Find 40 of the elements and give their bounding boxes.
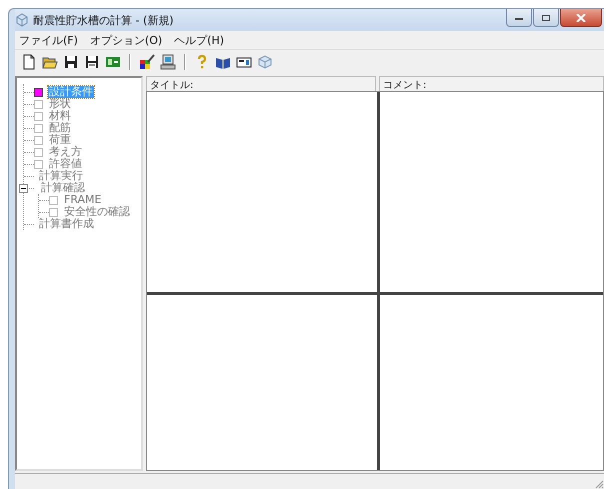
close-button[interactable] bbox=[560, 9, 602, 27]
minimize-button[interactable] bbox=[506, 9, 532, 27]
tree-item[interactable]: FRAME bbox=[63, 194, 102, 206]
tree-item[interactable]: 形状 bbox=[48, 98, 72, 110]
tree-item[interactable]: 荷重 bbox=[48, 134, 72, 146]
checkbox[interactable] bbox=[34, 148, 43, 156]
checkbox[interactable] bbox=[34, 124, 43, 132]
checkbox[interactable] bbox=[34, 112, 43, 120]
cube-icon[interactable] bbox=[257, 54, 273, 70]
tree-item[interactable]: 設計条件 bbox=[48, 86, 94, 98]
cube-icon bbox=[15, 13, 29, 27]
maximize-button[interactable] bbox=[533, 9, 559, 27]
panel-icon[interactable] bbox=[105, 54, 121, 70]
checkbox[interactable] bbox=[34, 160, 43, 168]
checkbox[interactable] bbox=[34, 136, 43, 144]
tree-item[interactable]: 許容値 bbox=[48, 158, 83, 170]
checkbox[interactable] bbox=[49, 208, 58, 216]
tree-item[interactable]: 安全性の確認 bbox=[63, 206, 131, 218]
menu-item[interactable]: オプション(O) bbox=[90, 32, 162, 48]
tree-item[interactable]: 考え方 bbox=[48, 146, 83, 158]
new-document-icon[interactable] bbox=[21, 54, 37, 70]
menu-item[interactable]: ファイル(F) bbox=[19, 32, 78, 48]
checkbox[interactable] bbox=[49, 196, 58, 204]
save-icon[interactable] bbox=[63, 54, 79, 70]
close-icon bbox=[576, 14, 586, 22]
tree-item[interactable]: 材料 bbox=[48, 110, 72, 122]
computer-icon[interactable] bbox=[160, 54, 176, 70]
tree-item[interactable]: 配筋 bbox=[48, 122, 72, 134]
collapse-icon[interactable] bbox=[19, 184, 28, 192]
save-icon[interactable] bbox=[84, 54, 100, 70]
maximize-icon bbox=[541, 14, 551, 22]
tree-item[interactable]: 計算実行 bbox=[38, 170, 84, 182]
menu-item[interactable]: ヘルプ(H) bbox=[174, 32, 224, 48]
checkbox[interactable] bbox=[34, 100, 43, 108]
window-title: 耐震性貯水槽の計算 - (新規) bbox=[33, 12, 174, 28]
tree-item[interactable]: 計算確認 bbox=[40, 182, 86, 194]
tree-item[interactable]: 計算書作成 bbox=[38, 218, 95, 230]
color-grid-icon[interactable] bbox=[139, 54, 155, 70]
checkbox[interactable] bbox=[34, 88, 43, 96]
resize-grip-icon[interactable] bbox=[594, 479, 604, 489]
